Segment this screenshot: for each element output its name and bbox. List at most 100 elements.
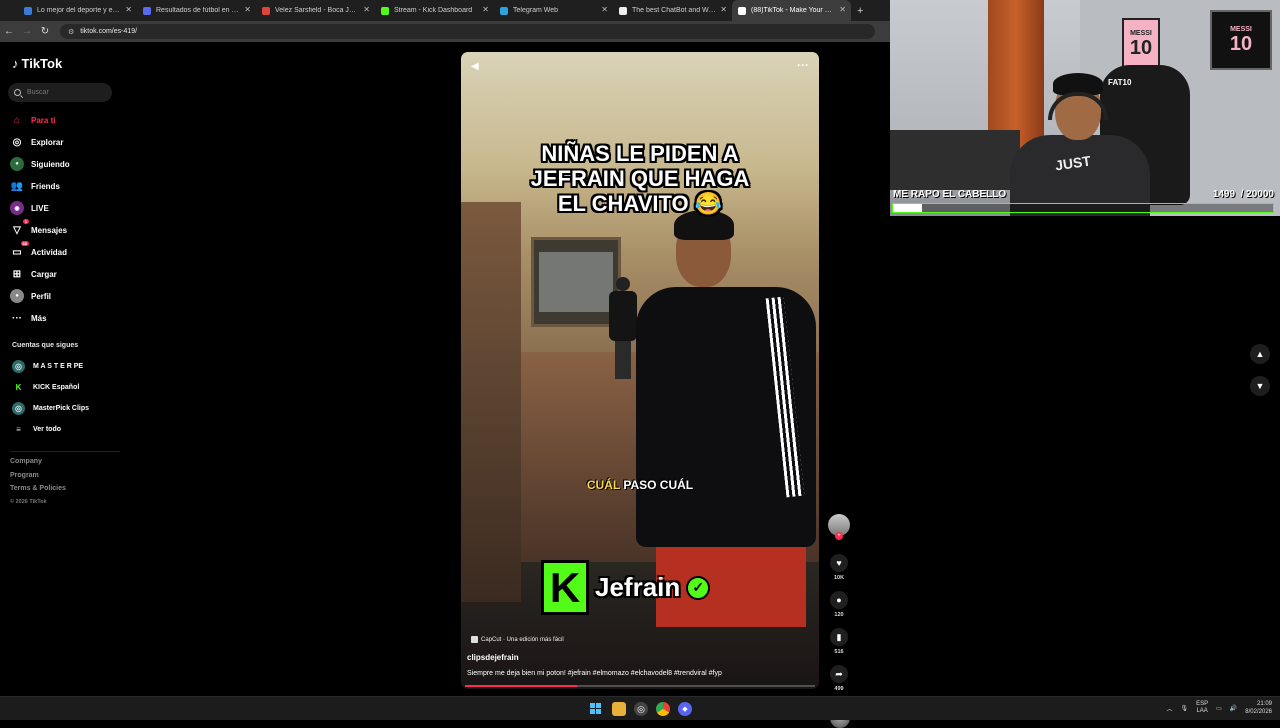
- heart-icon[interactable]: ♥: [830, 554, 848, 572]
- video-scene-wall: [461, 202, 521, 602]
- video-player[interactable]: NIÑAS LE PIDEN A JEFRAIN QUE HAGA EL CHA…: [461, 52, 819, 689]
- time: 21:09: [1256, 701, 1272, 707]
- tiktok-note-icon: ♪: [12, 56, 19, 71]
- site-info-icon[interactable]: ⚙: [68, 28, 74, 36]
- forward-icon[interactable]: →: [18, 26, 36, 37]
- video-progress-bar[interactable]: [465, 685, 815, 687]
- tab-close-icon[interactable]: ✕: [482, 5, 489, 14]
- browser-tab[interactable]: (88)TikTok - Make Your Day ✕: [732, 0, 851, 21]
- avatar: ◎: [12, 360, 25, 373]
- url-field[interactable]: ⚙ tiktok.com/es-419/: [60, 24, 875, 39]
- share-count: 499: [834, 686, 844, 692]
- avatar: K: [12, 381, 25, 394]
- following-account[interactable]: ◎ MasterPick Clips: [12, 398, 89, 419]
- url-text: tiktok.com/es-419/: [80, 28, 138, 35]
- file-explorer-icon[interactable]: [612, 702, 626, 716]
- sidebar-item-siguiendo[interactable]: ● Siguiendo: [10, 153, 70, 175]
- tab-close-icon[interactable]: ✕: [363, 5, 370, 14]
- footer-link[interactable]: Terms & Policies: [10, 485, 66, 499]
- footer-link[interactable]: Company: [10, 458, 66, 472]
- network-icon[interactable]: ▭: [1216, 705, 1222, 712]
- sidebar-item-mensajes[interactable]: ▽ 1 Mensajes: [10, 219, 70, 241]
- following-account[interactable]: K KICK Español: [12, 377, 89, 398]
- tab-close-icon[interactable]: ✕: [720, 5, 727, 14]
- reload-icon[interactable]: ↻: [36, 26, 54, 37]
- tab-close-icon[interactable]: ✕: [839, 5, 846, 14]
- address-bar: ← → ↻ ⚙ tiktok.com/es-419/: [0, 21, 890, 42]
- sidebar-item-actividad[interactable]: ▭ 88 Actividad: [10, 241, 70, 263]
- share-icon[interactable]: ➦: [830, 665, 848, 683]
- jersey-name: MESSI: [1130, 29, 1152, 37]
- explore-icon: ◎: [12, 136, 22, 148]
- tab-close-icon[interactable]: ✕: [244, 5, 251, 14]
- sidebar-item-para-ti[interactable]: ⌂ Para ti: [10, 109, 70, 131]
- comment-action[interactable]: ● 120: [826, 591, 852, 618]
- comment-icon[interactable]: ●: [830, 591, 848, 609]
- video-description: Siempre me deja bien mi poton! #jefrain …: [467, 670, 722, 677]
- tab-close-icon[interactable]: ✕: [601, 5, 608, 14]
- browser-tab[interactable]: Stream - Kick Dashboard ✕: [375, 0, 494, 21]
- sidebar-item-perfil[interactable]: ● Perfil: [10, 285, 70, 307]
- browser-tab[interactable]: The best ChatBot and Widgets ✕: [613, 0, 732, 21]
- browser-tab[interactable]: Telegram Web ✕: [494, 0, 613, 21]
- clock[interactable]: 21:09 8/02/2026: [1245, 700, 1272, 716]
- goal-progress-bar: [892, 203, 1274, 213]
- save-action[interactable]: ▮ 516: [826, 628, 852, 655]
- obs-icon[interactable]: ◎: [634, 702, 648, 716]
- chrome-icon[interactable]: [656, 702, 670, 716]
- sidebar-item-más[interactable]: ··· Más: [10, 307, 70, 329]
- comment-count: 120: [834, 612, 844, 618]
- new-tab-icon[interactable]: +: [857, 5, 863, 17]
- framed-jersey-black: MESSI 10: [1210, 10, 1272, 70]
- like-action[interactable]: ♥ 10K: [826, 554, 852, 581]
- share-action[interactable]: ➦ 499: [826, 665, 852, 692]
- browser-tab[interactable]: Velez Sarsfield - Boca Juniors C ✕: [256, 0, 375, 21]
- account-label: M A S T E R PE: [33, 363, 84, 370]
- jersey-number: 10: [1229, 32, 1253, 55]
- sidebar-item-cargar[interactable]: ⊞ Cargar: [10, 263, 70, 285]
- volume-icon[interactable]: 🔊: [1230, 705, 1237, 712]
- sidebar-item-friends[interactable]: 👥 Friends: [10, 175, 70, 197]
- creator-avatar[interactable]: +: [828, 514, 850, 540]
- footer-link[interactable]: Program: [10, 472, 66, 486]
- sidebar-item-label: Mensajes: [31, 225, 68, 235]
- windows-start-icon[interactable]: [589, 702, 602, 715]
- chevron-up-icon[interactable]: ︿: [1166, 704, 1172, 713]
- more-options-icon[interactable]: ···: [797, 58, 809, 72]
- tab-favicon-icon: [738, 6, 746, 15]
- tab-close-icon[interactable]: ✕: [125, 5, 132, 14]
- browser-tab[interactable]: Resultados de fútbol en directo ✕: [137, 0, 256, 21]
- tab-label: Telegram Web: [513, 7, 559, 14]
- following-account[interactable]: ◎ M A S T E R PE: [12, 356, 89, 377]
- video-caption-title: NIÑAS LE PIDEN A JEFRAIN QUE HAGA EL CHA…: [530, 141, 750, 216]
- previous-video-chevron-up-icon[interactable]: ▲: [1250, 344, 1270, 364]
- tiktok-wordmark: TikTok: [21, 56, 63, 71]
- discord-icon[interactable]: ◆: [678, 702, 692, 716]
- date: 8/02/2026: [1245, 709, 1272, 715]
- goal-progress-fill: [893, 204, 922, 212]
- tiktok-logo[interactable]: ♪ TikTok: [12, 56, 62, 71]
- activity-icon: ▭ 88: [12, 241, 29, 258]
- follow-plus-icon[interactable]: +: [835, 532, 843, 540]
- video-scene-window: [539, 252, 613, 312]
- jersey-name: MESSI: [1230, 25, 1252, 33]
- video-author[interactable]: clipsdejefrain: [467, 653, 519, 662]
- search-icon: [14, 89, 21, 96]
- volume-icon[interactable]: ◀: [471, 61, 479, 72]
- following-icon: ●: [10, 157, 24, 171]
- video-scene-kid: [609, 277, 639, 382]
- bookmark-icon[interactable]: ▮: [830, 628, 848, 646]
- next-video-chevron-down-icon[interactable]: ▼: [1250, 376, 1270, 396]
- capcut-link[interactable]: CapCut · Una edición más fácil: [471, 636, 564, 643]
- tab-favicon-icon: [381, 6, 389, 15]
- language-indicator[interactable]: ESP LAA: [1196, 701, 1208, 715]
- microphone-icon[interactable]: 🎙: [1181, 705, 1189, 712]
- tab-favicon-icon: [619, 6, 627, 15]
- account-label: Ver todo: [33, 426, 62, 433]
- back-icon[interactable]: ←: [0, 26, 18, 37]
- sidebar-item-live[interactable]: ◉ LIVE: [10, 197, 70, 219]
- sidebar-item-explorar[interactable]: ◎ Explorar: [10, 131, 70, 153]
- following-account[interactable]: ≡ Ver todo: [12, 419, 89, 440]
- browser-tab[interactable]: Lo mejor del deporte y el entre ✕: [18, 0, 137, 21]
- search-input[interactable]: Buscar: [8, 83, 112, 102]
